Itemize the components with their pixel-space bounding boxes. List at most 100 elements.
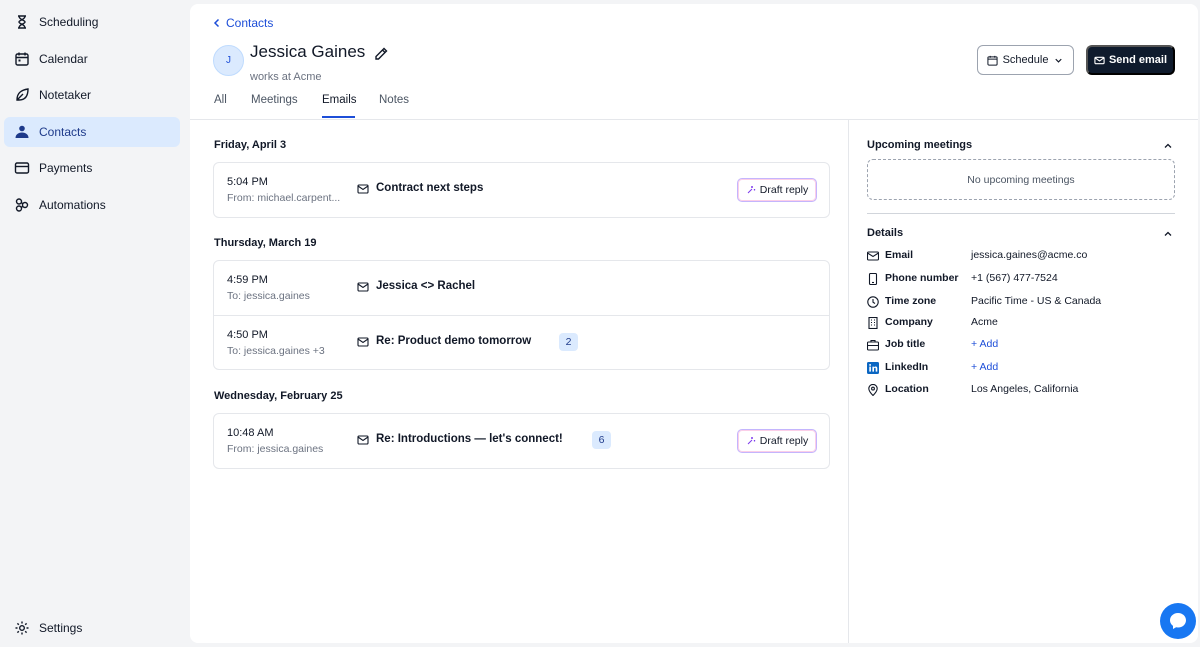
send-email-label: Send email	[1108, 54, 1168, 66]
email-row[interactable]: 4:50 PM To: jessica.gaines +3 Re: Produc…	[214, 315, 829, 369]
draft-reply-button[interactable]: Draft reply	[737, 178, 817, 202]
sidebar-item-label: Automations	[39, 198, 106, 212]
active-tab-indicator	[322, 116, 355, 118]
sidebar-item-automations[interactable]: Automations	[4, 190, 180, 220]
email-row[interactable]: 5:04 PM From: michael.carpent... Contrac…	[214, 163, 829, 217]
schedule-button-label: Schedule	[1002, 54, 1049, 66]
avatar: J	[213, 45, 244, 76]
detail-label: Email	[885, 249, 914, 261]
schedule-button[interactable]: Schedule	[977, 45, 1074, 75]
chat-icon	[1170, 613, 1186, 629]
chevron-left-icon	[213, 18, 220, 28]
detail-value[interactable]: Pacific Time - US & Canada	[971, 295, 1101, 307]
email-date-header: Wednesday, February 25	[214, 390, 343, 402]
email-time: 5:04 PM	[227, 176, 268, 188]
gear-icon	[14, 620, 30, 636]
location-pin-icon	[868, 384, 878, 396]
detail-timezone: Time zone Pacific Time - US & Canada	[867, 294, 1187, 310]
hourglass-icon	[14, 14, 30, 30]
sidebar-item-label: Payments	[39, 161, 93, 175]
tab-all[interactable]: All	[214, 94, 227, 119]
email-to: To: jessica.gaines	[227, 290, 310, 302]
sidebar-item-payments[interactable]: Payments	[4, 153, 180, 183]
detail-label: LinkedIn	[885, 361, 929, 373]
contact-detail-panel: Contacts J Jessica Gaines works at Acme …	[190, 4, 1198, 643]
sidebar-item-contacts[interactable]: Contacts	[4, 117, 180, 147]
mail-icon	[867, 251, 879, 261]
email-card: 5:04 PM From: michael.carpent... Contrac…	[213, 162, 830, 218]
add-linkedin-link[interactable]: + Add	[971, 361, 998, 373]
email-card: 4:59 PM To: jessica.gaines Jessica <> Ra…	[213, 260, 830, 370]
thread-count-badge: 2	[559, 333, 578, 351]
detail-label: Time zone	[885, 295, 937, 307]
email-time: 4:50 PM	[227, 329, 268, 341]
details-title: Details	[867, 227, 904, 239]
email-date-header: Thursday, March 19	[214, 237, 317, 249]
tab-notes[interactable]: Notes	[379, 94, 409, 119]
chevron-up-icon[interactable]	[1163, 141, 1173, 151]
sidebar: Scheduling Calendar Notetaker Contacts P…	[0, 0, 190, 647]
draft-reply-button[interactable]: Draft reply	[737, 429, 817, 453]
leaf-icon	[14, 87, 30, 103]
send-email-button[interactable]: Send email	[1086, 45, 1175, 75]
detail-value[interactable]: Los Angeles, California	[971, 383, 1078, 395]
automations-icon	[14, 197, 30, 213]
detail-label: Location	[885, 383, 929, 395]
email-to: To: jessica.gaines +3	[227, 345, 325, 357]
back-link-label: Contacts	[226, 16, 274, 30]
mail-icon	[357, 337, 369, 347]
sidebar-item-scheduling[interactable]: Scheduling	[4, 7, 180, 37]
company-subtitle: works at Acme	[250, 71, 322, 83]
sidebar-item-label: Notetaker	[39, 88, 92, 102]
mail-icon	[357, 184, 369, 194]
tab-meetings[interactable]: Meetings	[251, 94, 298, 119]
sidebar-item-settings[interactable]: Settings	[4, 613, 180, 643]
email-row[interactable]: 4:59 PM To: jessica.gaines Jessica <> Ra…	[214, 261, 829, 315]
detail-value[interactable]: +1 (567) 477-7524	[971, 272, 1058, 284]
linkedin-icon	[867, 362, 879, 374]
back-to-contacts-link[interactable]: Contacts	[212, 16, 273, 30]
detail-value[interactable]: jessica.gaines@acme.co	[971, 249, 1087, 261]
detail-location: Location Los Angeles, California	[867, 382, 1187, 398]
pencil-icon[interactable]	[373, 46, 389, 62]
detail-value[interactable]: Acme	[971, 316, 998, 328]
sparkle-icon	[747, 186, 755, 194]
mail-icon	[1094, 56, 1105, 64]
email-subject: Re: Product demo tomorrow	[376, 335, 532, 347]
email-row[interactable]: 10:48 AM From: jessica.gaines Re: Introd…	[214, 414, 829, 468]
sparkle-icon	[747, 437, 755, 445]
detail-linkedin: LinkedIn + Add	[867, 360, 1187, 376]
no-upcoming-meetings: No upcoming meetings	[867, 159, 1175, 200]
sidebar-item-label: Settings	[39, 621, 83, 635]
panel-divider	[848, 120, 849, 643]
detail-email: Email jessica.gaines@acme.co	[867, 248, 1187, 264]
mail-icon	[357, 435, 369, 445]
email-time: 10:48 AM	[227, 427, 274, 439]
upcoming-meetings-title: Upcoming meetings	[867, 139, 973, 151]
email-subject: Jessica <> Rachel	[376, 280, 476, 292]
building-icon	[868, 317, 878, 329]
email-from: From: jessica.gaines	[227, 443, 324, 455]
sidebar-item-label: Scheduling	[39, 15, 99, 29]
section-divider	[867, 213, 1175, 214]
draft-reply-label: Draft reply	[759, 184, 809, 196]
email-subject: Contract next steps	[376, 182, 484, 194]
calendar-icon	[14, 51, 30, 67]
phone-icon	[868, 273, 878, 285]
header-divider	[190, 119, 1198, 120]
email-time: 4:59 PM	[227, 274, 268, 286]
thread-count-badge: 6	[592, 431, 611, 449]
detail-company: Company Acme	[867, 315, 1187, 331]
chevron-up-icon[interactable]	[1163, 229, 1173, 239]
chevron-down-icon	[1055, 58, 1063, 63]
mail-icon	[357, 282, 369, 292]
sidebar-item-label: Contacts	[39, 125, 87, 139]
add-job-title-link[interactable]: + Add	[971, 338, 998, 350]
email-from: From: michael.carpent...	[227, 192, 341, 204]
sidebar-item-calendar[interactable]: Calendar	[4, 44, 180, 74]
clock-icon	[867, 296, 879, 308]
calendar-icon	[986, 55, 998, 66]
sidebar-item-notetaker[interactable]: Notetaker	[4, 80, 180, 110]
chat-support-button[interactable]	[1160, 603, 1196, 639]
detail-phone: Phone number +1 (567) 477-7524	[867, 271, 1187, 287]
